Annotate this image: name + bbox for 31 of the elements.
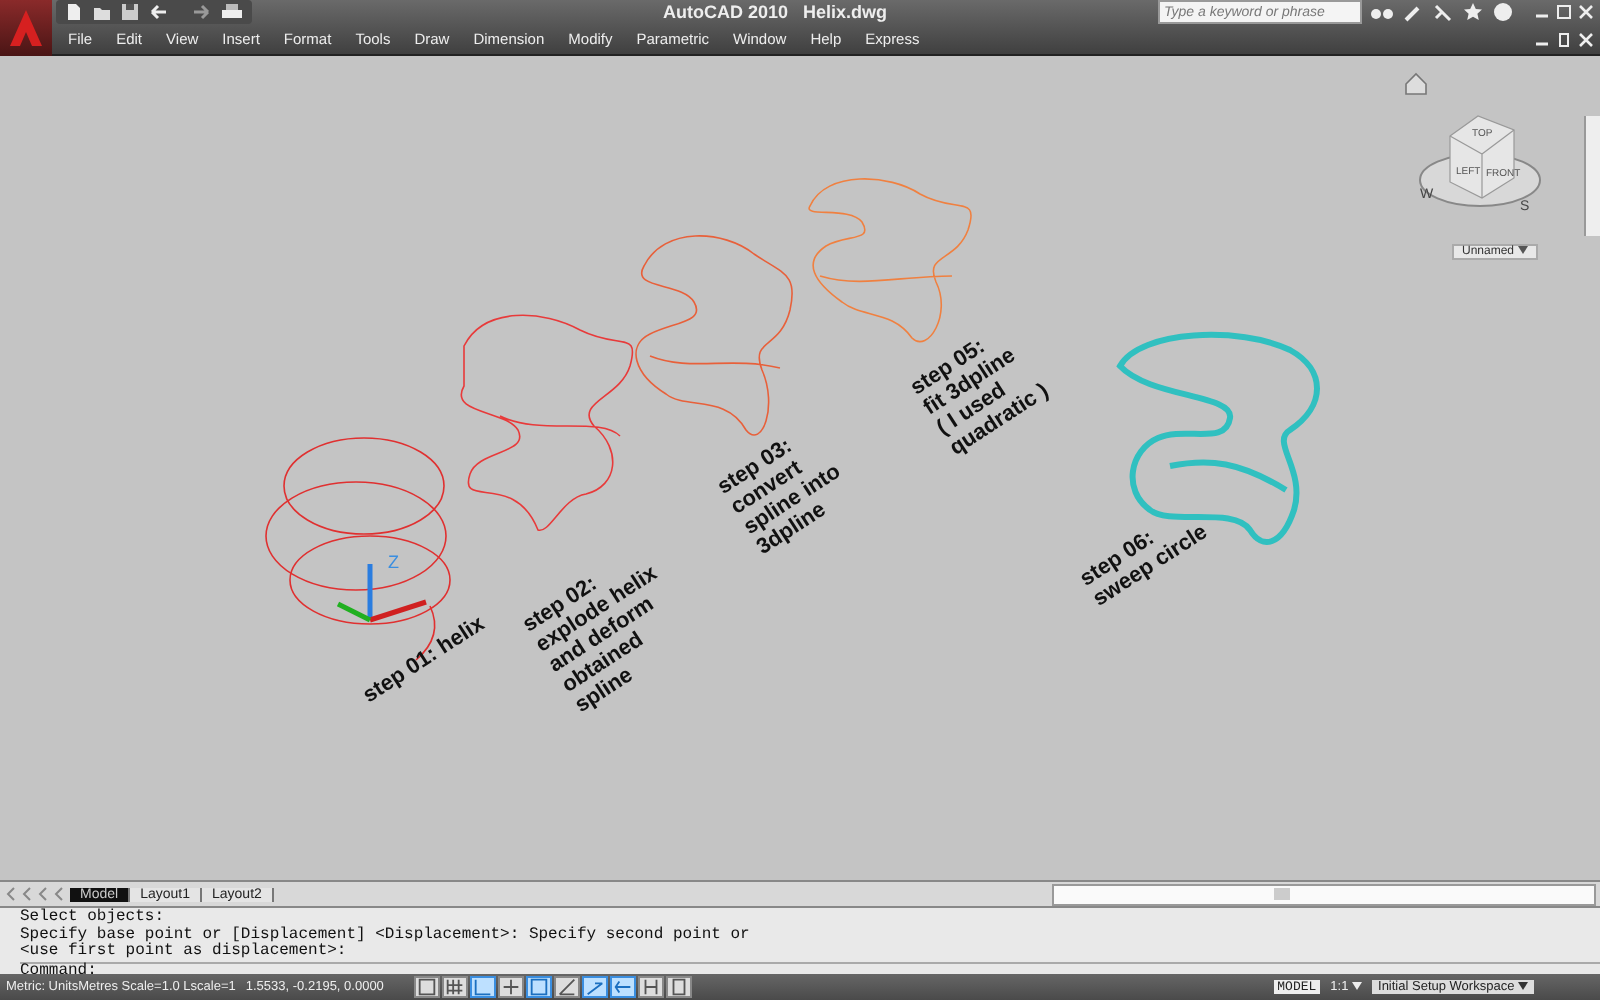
drafting-toggle[interactable] <box>497 976 524 998</box>
maximize-icon[interactable] <box>1556 4 1572 21</box>
drafting-toggle[interactable] <box>609 976 636 998</box>
home-icon[interactable] <box>1405 72 1427 95</box>
logo-icon[interactable] <box>8 8 44 48</box>
close-icon[interactable] <box>1578 31 1594 48</box>
caret-icon <box>1352 982 1363 990</box>
close-icon[interactable] <box>1578 4 1594 21</box>
caret-icon <box>1518 982 1528 990</box>
drafting-toggle[interactable] <box>525 976 552 998</box>
open-folder-icon[interactable] <box>92 2 112 23</box>
drafting-toggle[interactable] <box>469 976 496 998</box>
printer-icon[interactable] <box>220 2 244 23</box>
drafting-toggle[interactable] <box>665 976 692 998</box>
drafting-toggle[interactable] <box>441 976 468 998</box>
drafting-toggle[interactable] <box>581 976 608 998</box>
new-file-icon[interactable] <box>64 2 84 23</box>
drafting-toggle[interactable] <box>637 976 664 998</box>
vertical-scrollbar[interactable] <box>1584 116 1600 236</box>
save-icon[interactable] <box>120 2 140 23</box>
annotation-text: step 01: helix <box>358 611 490 709</box>
axis-label: Z <box>388 552 399 572</box>
window-title: AutoCAD 2010 Helix.dwg <box>660 2 890 23</box>
restore-icon[interactable] <box>1556 31 1572 48</box>
command-history: Select objects: Specify base point or [Displacement] <Displacement>: Specify second point or <use first point as displacement>: <box>20 908 752 961</box>
application-menu-button[interactable] <box>0 0 52 56</box>
drafting-toggle[interactable] <box>413 976 440 998</box>
star-icon[interactable] <box>1462 2 1484 23</box>
horizontal-scrollbar[interactable] <box>1052 883 1596 905</box>
caret-icon <box>1517 246 1528 254</box>
drafting-toggle[interactable] <box>553 976 580 998</box>
